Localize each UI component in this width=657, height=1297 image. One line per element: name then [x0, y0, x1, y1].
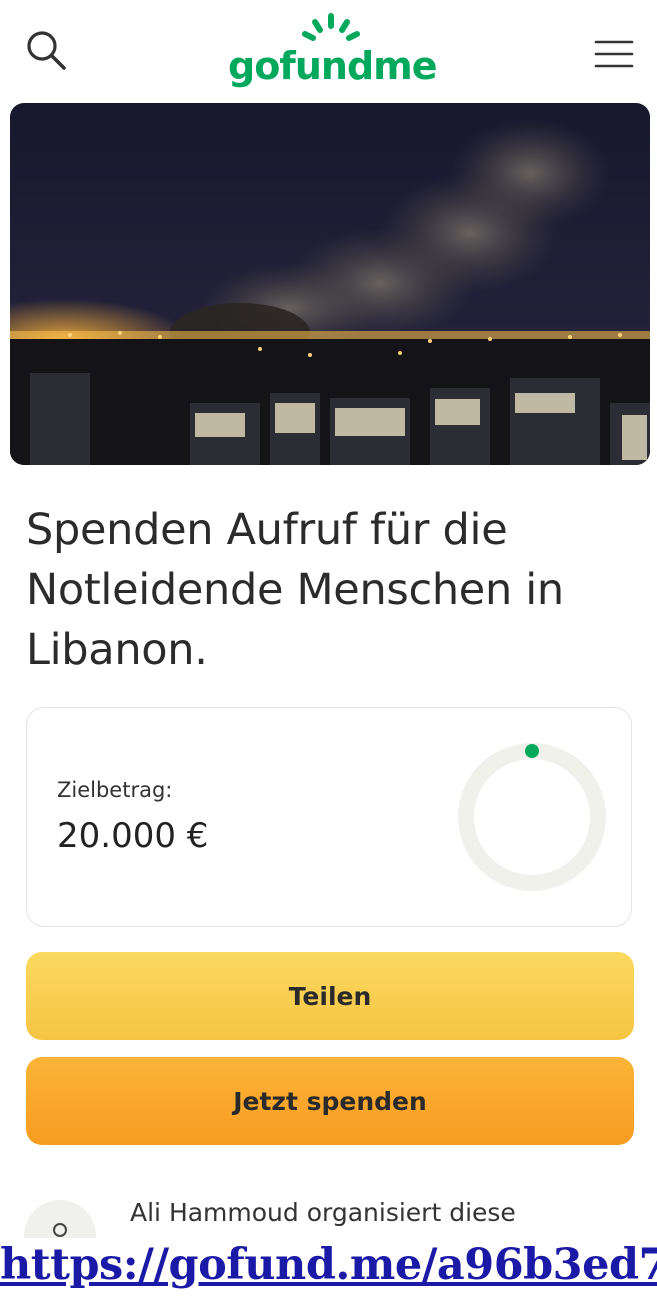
organizer-text: Ali Hammoud organisiert diese — [130, 1198, 516, 1227]
organizer-row: Ali Hammoud organisiert diese — [24, 1192, 644, 1272]
menu-button[interactable] — [592, 34, 636, 74]
campaign-url-link[interactable]: https://gofund.me/a96b3ed7 — [0, 1240, 657, 1290]
url-banner: https://gofund.me/a96b3ed7 — [0, 1238, 657, 1297]
progress-ring — [458, 743, 606, 891]
campaign-hero-image — [10, 103, 650, 465]
share-button[interactable]: Teilen — [26, 952, 634, 1040]
goal-card: Zielbetrag: 20.000 € — [26, 707, 632, 927]
hamburger-menu-icon — [594, 40, 634, 68]
goal-amount: 20.000 € — [57, 816, 209, 856]
progress-indicator-dot — [525, 744, 539, 758]
campaign-title: Spenden Aufruf für die Notleidende Mensc… — [26, 505, 564, 675]
logo-wordmark: gofundme — [228, 44, 438, 88]
logo-sun-icon — [302, 13, 360, 41]
gofundme-logo[interactable]: gofundme — [228, 12, 438, 90]
top-header: gofundme — [0, 0, 657, 100]
search-icon — [27, 31, 66, 70]
goal-label: Zielbetrag: — [57, 778, 173, 802]
donate-button[interactable]: Jetzt spenden — [26, 1057, 634, 1145]
search-button[interactable] — [24, 28, 72, 76]
